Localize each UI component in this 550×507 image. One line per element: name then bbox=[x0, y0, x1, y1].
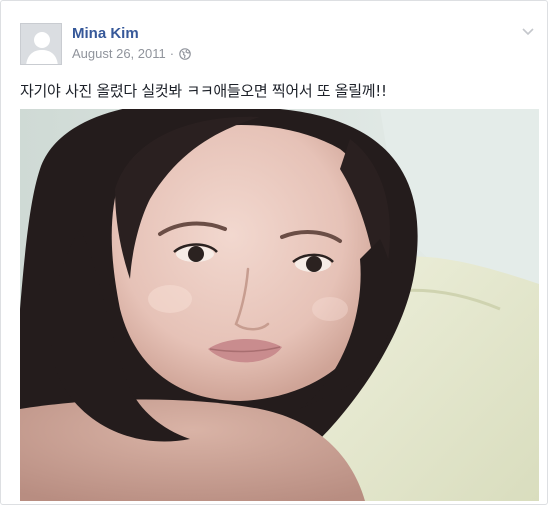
avatar[interactable] bbox=[20, 23, 62, 65]
default-profile-icon bbox=[21, 24, 61, 64]
selfie-photo bbox=[20, 109, 539, 501]
post-date[interactable]: August 26, 2011 bbox=[72, 46, 166, 61]
meta-separator: · bbox=[169, 46, 175, 61]
author-name[interactable]: Mina Kim bbox=[72, 25, 139, 42]
chevron-down-icon[interactable] bbox=[521, 27, 535, 37]
post-meta: August 26, 2011 · bbox=[72, 46, 191, 61]
post-photo[interactable] bbox=[20, 109, 539, 501]
facebook-post: Mina Kim August 26, 2011 · 자기야 사진 올렸다 실컷… bbox=[0, 0, 548, 505]
globe-icon[interactable] bbox=[179, 47, 191, 60]
post-text: 자기야 사진 올렸다 실컷봐 ㅋㅋ애들오면 찍어서 또 올릴께!! bbox=[20, 82, 387, 100]
